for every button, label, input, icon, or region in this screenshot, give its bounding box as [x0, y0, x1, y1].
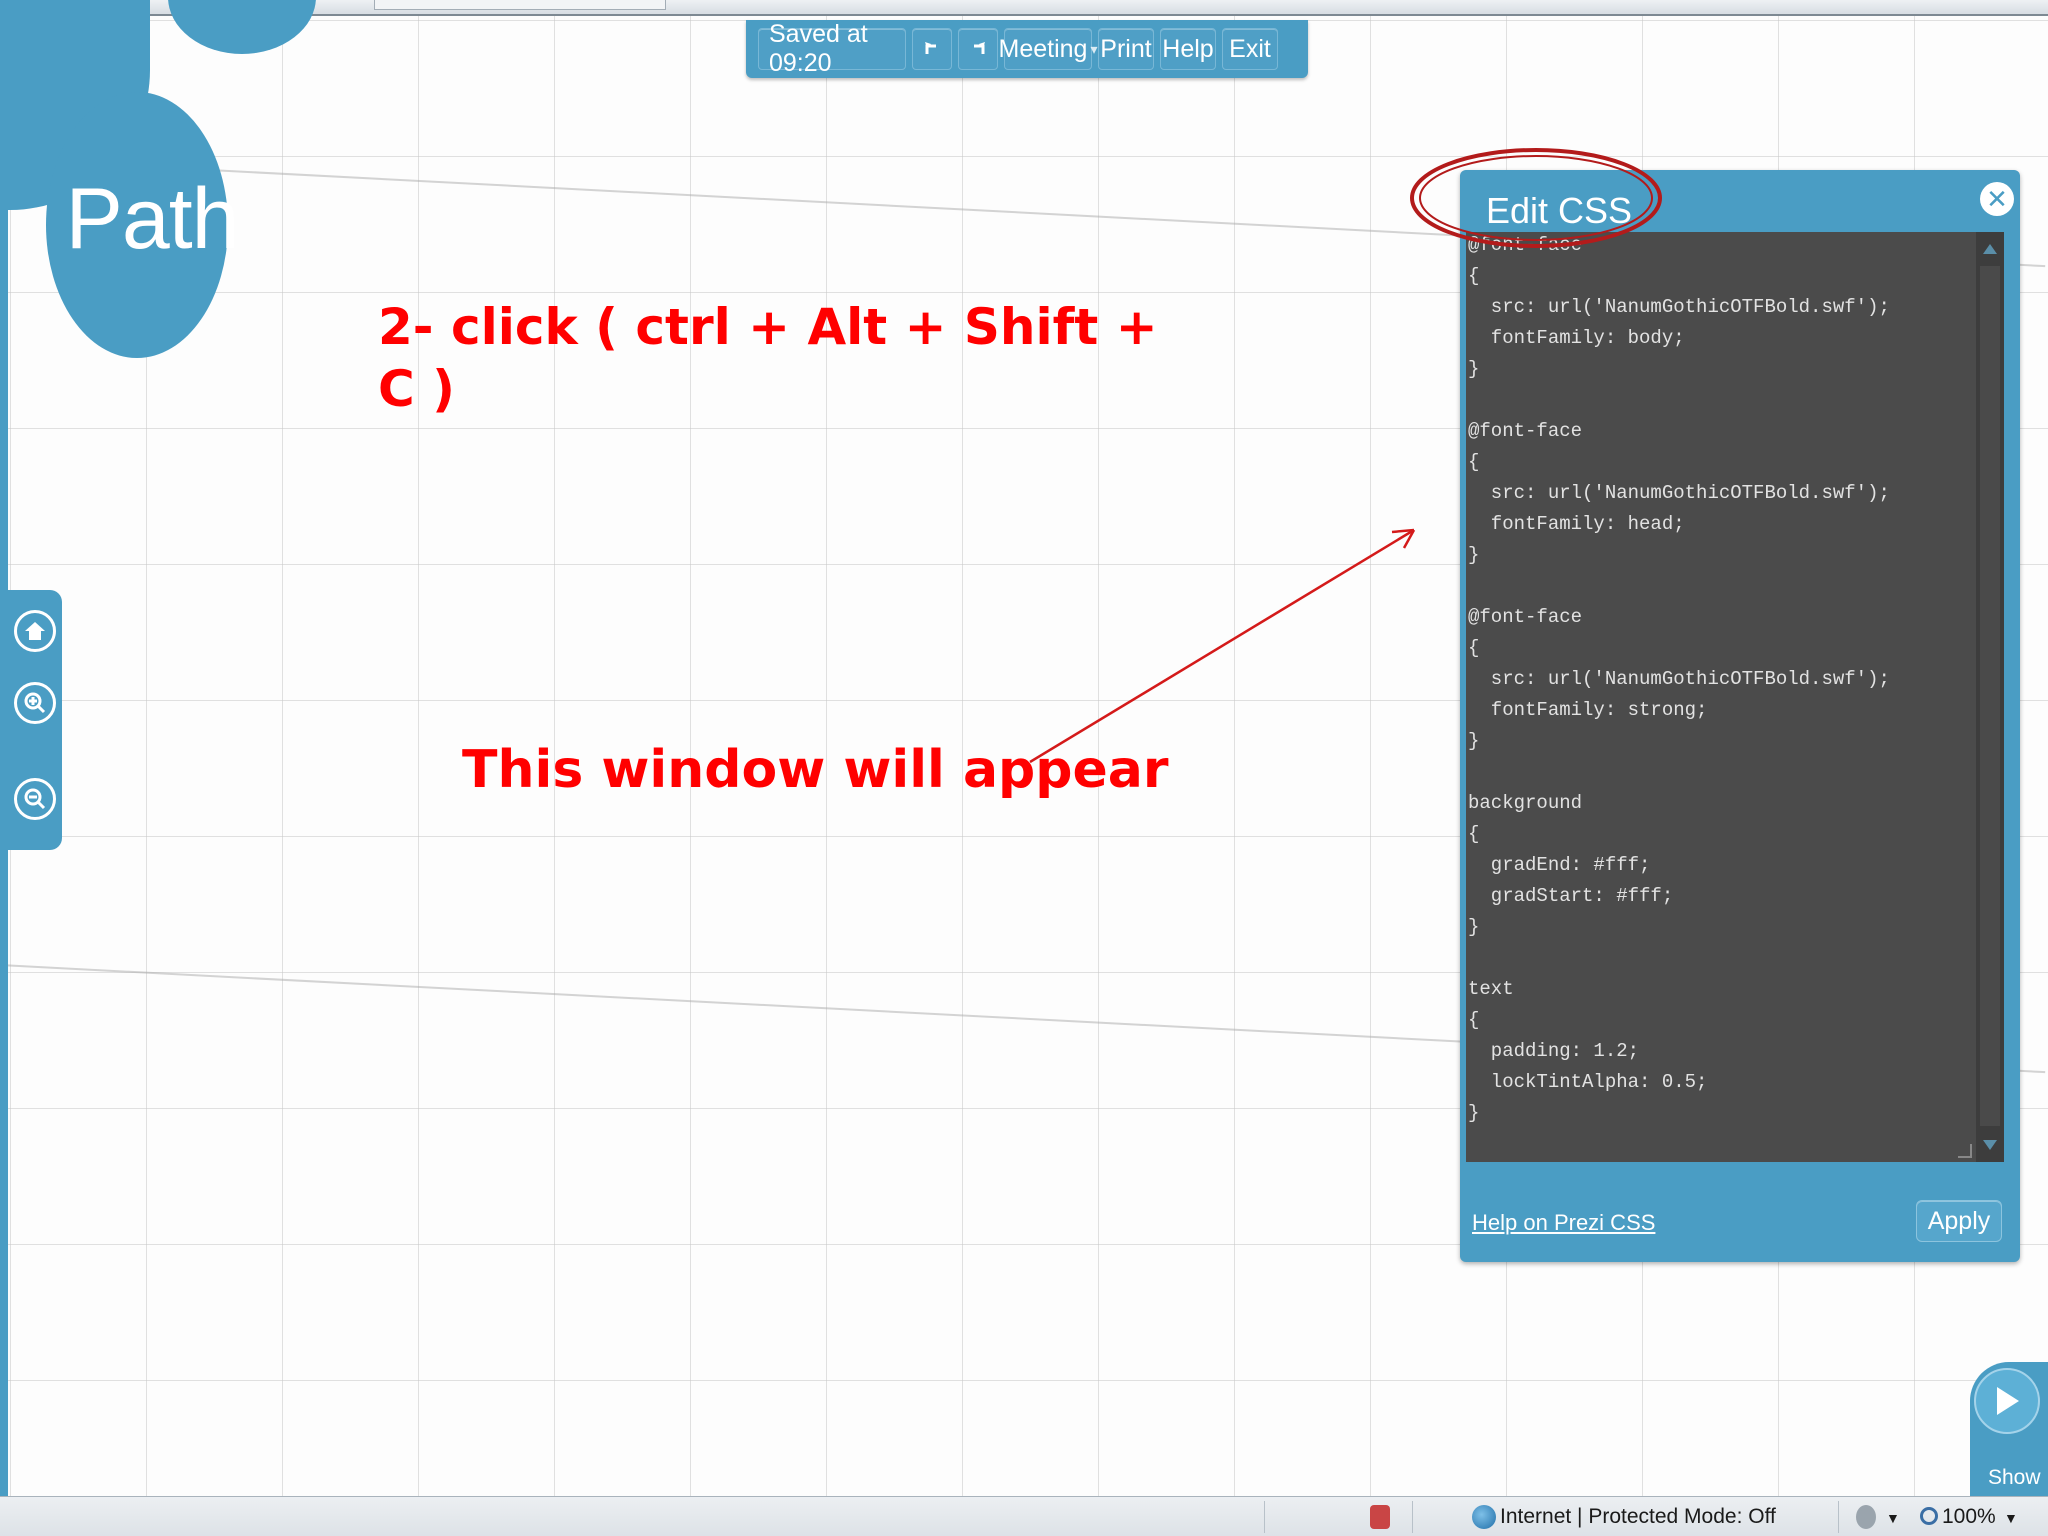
globe-icon: [1472, 1505, 1496, 1529]
css-code[interactable]: @font-face { src: url('NanumGothicOTFBold…: [1468, 232, 1968, 1129]
code-line: src: url('NanumGothicOTFBold.swf');: [1468, 668, 1890, 690]
close-icon[interactable]: ✕: [1980, 182, 2014, 216]
code-line: @font-face: [1468, 420, 1583, 442]
code-line: lockTintAlpha: 0.5;: [1468, 1071, 1708, 1093]
path-label: Path: [65, 171, 240, 267]
code-line: gradEnd: #fff;: [1468, 854, 1651, 876]
scroll-down-icon[interactable]: [1983, 1140, 1997, 1150]
redo-icon: [974, 42, 985, 54]
code-line: background: [1468, 792, 1583, 814]
code-line: fontFamily: body;: [1468, 327, 1685, 349]
code-line: {: [1468, 265, 1480, 287]
annotation-window-note: This window will appear: [462, 740, 1169, 800]
zoom-out-button[interactable]: [14, 778, 56, 820]
code-line: {: [1468, 451, 1480, 473]
help-on-prezi-css-link[interactable]: Help on Prezi CSS: [1472, 1210, 1655, 1236]
scroll-up-icon[interactable]: [1983, 244, 1997, 254]
code-line: text: [1468, 978, 1514, 1000]
scroll-thumb[interactable]: [1980, 266, 2000, 1126]
annotation-step-line1: 2- click ( ctrl + Alt + Shift +: [378, 298, 1158, 356]
browser-status-bar: Internet | Protected Mode: Off ▼ 100% ▼: [0, 1496, 2048, 1536]
code-line: {: [1468, 823, 1480, 845]
browser-tab-edge: [374, 0, 666, 10]
settings-arrow[interactable]: ▼: [1886, 1510, 1900, 1526]
print-button[interactable]: Print: [1098, 28, 1154, 70]
css-editor-scrollbar[interactable]: [1976, 232, 2004, 1162]
code-line: {: [1468, 1009, 1480, 1031]
exit-label: Exit: [1229, 34, 1271, 63]
code-line: }: [1468, 916, 1480, 938]
meeting-button[interactable]: Meeting ▾: [999, 28, 1098, 70]
code-line: }: [1468, 358, 1480, 380]
zoom-in-button[interactable]: [14, 682, 56, 724]
help-label: Help: [1162, 34, 1214, 63]
settings-icon[interactable]: [1856, 1505, 1876, 1529]
status-separator: [1264, 1501, 1265, 1533]
play-icon: [1997, 1387, 2019, 1415]
css-editor[interactable]: @font-face { src: url('NanumGothicOTFBold…: [1466, 232, 2004, 1162]
annotation-step-line2: C ): [378, 360, 455, 418]
exit-button[interactable]: Exit: [1222, 28, 1278, 70]
zoom-in-icon: [24, 692, 46, 714]
top-toolbar: Saved at 09:20 Meeting ▾ Print Help Exit: [746, 20, 1308, 78]
print-label: Print: [1100, 34, 1152, 63]
home-icon: [25, 622, 45, 640]
code-line: padding: 1.2;: [1468, 1040, 1640, 1062]
redo-button[interactable]: [958, 28, 998, 70]
code-line: @font-face: [1468, 234, 1583, 256]
code-line: }: [1468, 730, 1480, 752]
code-line: fontFamily: strong;: [1468, 699, 1708, 721]
chevron-down-icon: ▾: [1090, 40, 1098, 57]
help-button[interactable]: Help: [1160, 28, 1216, 70]
undo-button[interactable]: [912, 28, 952, 70]
apply-button[interactable]: Apply: [1916, 1200, 2002, 1242]
zoom-level[interactable]: 100%: [1942, 1505, 1996, 1529]
status-separator: [1412, 1501, 1413, 1533]
show-button[interactable]: Show: [1970, 1362, 2048, 1496]
dialog-title: Edit CSS: [1486, 190, 1633, 231]
popup-blocker-icon[interactable]: [1370, 1505, 1390, 1529]
home-button[interactable]: [14, 610, 56, 652]
code-line: gradStart: #fff;: [1468, 885, 1674, 907]
zoom-panel: [0, 590, 62, 850]
show-label: Show: [1988, 1466, 2041, 1489]
zoom-magnifier-icon[interactable]: [1920, 1507, 1938, 1525]
resize-grip-icon[interactable]: [1958, 1144, 1972, 1158]
code-line: {: [1468, 637, 1480, 659]
edit-css-dialog: Edit CSS ✕ @font-face { src: url('NanumGo…: [1460, 170, 2020, 1262]
undo-icon: [925, 42, 936, 54]
zoom-dropdown-arrow[interactable]: ▼: [2004, 1510, 2018, 1526]
saved-status-label: Saved at 09:20: [769, 20, 868, 77]
saved-status: Saved at 09:20: [758, 20, 906, 77]
code-line: src: url('NanumGothicOTFBold.swf');: [1468, 296, 1890, 318]
code-line: }: [1468, 1102, 1480, 1124]
zoom-out-icon: [24, 788, 46, 810]
meeting-label: Meeting: [998, 34, 1088, 63]
code-line: src: url('NanumGothicOTFBold.swf');: [1468, 482, 1890, 504]
code-line: @font-face: [1468, 606, 1583, 628]
annotation-step: 2- click ( ctrl + Alt + Shift + C ): [378, 296, 1238, 420]
zone-text[interactable]: Internet | Protected Mode: Off: [1500, 1505, 1776, 1529]
code-line: }: [1468, 544, 1480, 566]
code-line: fontFamily: head;: [1468, 513, 1685, 535]
status-separator: [1838, 1501, 1839, 1533]
